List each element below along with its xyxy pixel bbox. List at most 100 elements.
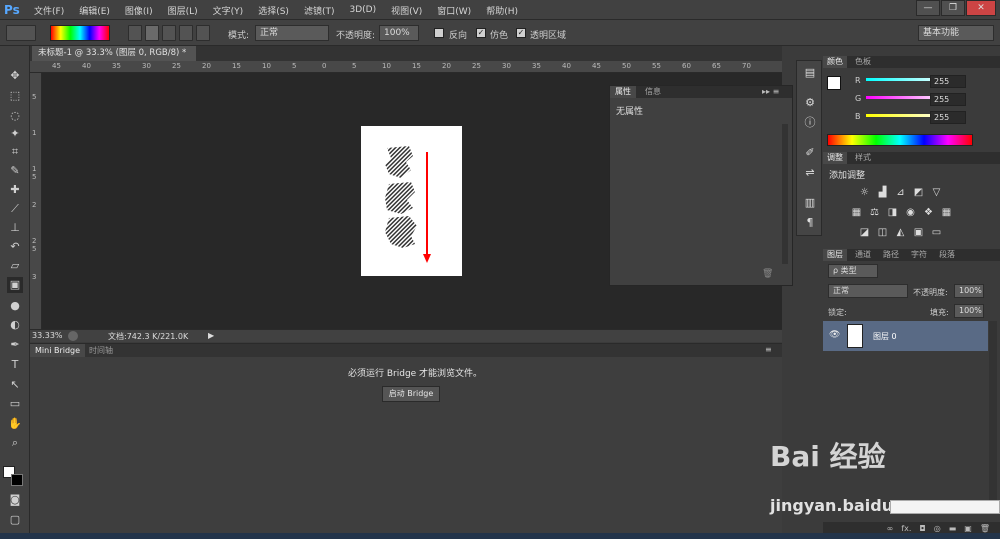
brush-tool-icon[interactable]: ⟋ (7, 201, 23, 217)
radial-gradient-button[interactable] (145, 25, 159, 41)
move-tool-icon[interactable]: ✥ (7, 68, 23, 84)
quick-mask-icon[interactable]: ◙ (7, 492, 23, 508)
color-spectrum[interactable] (827, 134, 973, 146)
threshold-icon[interactable]: ◭ (895, 227, 906, 238)
invert-icon[interactable]: ◪ (859, 227, 870, 238)
linear-gradient-button[interactable] (128, 25, 142, 41)
fg-color-box[interactable] (827, 76, 841, 90)
status-menu-arrow[interactable]: ▶ (208, 331, 214, 340)
notes-icon[interactable]: ▥ (802, 195, 818, 211)
layers-scrollbar[interactable] (989, 321, 997, 511)
hue-saturation-icon[interactable]: ▦ (851, 207, 862, 218)
menu-select[interactable]: 选择(S) (258, 4, 289, 17)
menu-help[interactable]: 帮助(H) (486, 4, 518, 17)
layer-kind-filter[interactable]: ρ 类型 (828, 264, 878, 278)
document-canvas[interactable] (361, 126, 462, 276)
gradient-tool-icon[interactable]: ▣ (7, 277, 23, 293)
tab-timeline[interactable]: 时间轴 (84, 344, 118, 357)
lasso-tool-icon[interactable]: ◌ (7, 108, 23, 124)
workspace-select[interactable]: 基本功能 (918, 25, 994, 41)
brightness-icon[interactable]: ☼ (859, 187, 870, 198)
photo-filter-icon[interactable]: ◉ (905, 207, 916, 218)
trash-icon[interactable]: 🗑 (762, 269, 773, 279)
tab-properties[interactable]: 属性 (610, 86, 636, 98)
hand-tool-icon[interactable]: ✋ (7, 416, 23, 432)
restore-button[interactable]: ❐ (941, 0, 965, 16)
tab-layers[interactable]: 图层 (823, 249, 847, 261)
dither-checkbox[interactable]: ✓ (476, 28, 486, 38)
eraser-tool-icon[interactable]: ▱ (7, 258, 23, 274)
levels-icon[interactable]: ▟ (877, 187, 888, 198)
menu-image[interactable]: 图像(I) (125, 4, 153, 17)
curves-icon[interactable]: ⊿ (895, 187, 906, 198)
healing-tool-icon[interactable]: ✚ (7, 182, 23, 198)
menu-file[interactable]: 文件(F) (34, 4, 64, 17)
menu-layer[interactable]: 图层(L) (168, 4, 198, 17)
dodge-tool-icon[interactable]: ◐ (7, 317, 23, 333)
layer-row[interactable]: 👁 图层 0 (823, 321, 988, 351)
properties-scrollbar[interactable] (782, 124, 788, 264)
angle-gradient-button[interactable] (162, 25, 176, 41)
menu-3d[interactable]: 3D(D) (349, 5, 376, 15)
tab-color[interactable]: 颜色 (823, 56, 847, 68)
opacity-field[interactable]: 100% (379, 25, 419, 41)
transparency-checkbox[interactable]: ✓ (516, 28, 526, 38)
pen-tool-icon[interactable]: ✒ (7, 337, 23, 353)
tool-presets-icon[interactable]: ⇌ (802, 165, 818, 181)
brush-presets-icon[interactable]: ✐ (802, 145, 818, 161)
background-color-swatch[interactable] (11, 474, 23, 486)
menu-view[interactable]: 视图(V) (391, 4, 422, 17)
menu-edit[interactable]: 编辑(E) (79, 4, 110, 17)
tab-styles[interactable]: 样式 (851, 152, 875, 164)
color-balance-icon[interactable]: ⚖ (869, 207, 880, 218)
close-button[interactable]: ✕ (966, 0, 996, 16)
zoom-tool-icon[interactable]: ⌕ (7, 435, 23, 451)
tool-preset-picker[interactable] (6, 25, 36, 41)
history-icon[interactable]: ▤ (802, 65, 818, 81)
crop-tool-icon[interactable]: ⌗ (7, 144, 23, 160)
bridge-menu-icon[interactable]: ≡ (765, 345, 772, 354)
layer-opacity-field[interactable]: 100% (954, 284, 984, 298)
eyedropper-tool-icon[interactable]: ✎ (7, 163, 23, 179)
ime-toolbar[interactable] (890, 500, 1000, 514)
document-tab[interactable]: 未标题-1 @ 33.3% (图层 0, RGB/8) * × (32, 46, 196, 73)
blend-mode-select[interactable]: 正常 (828, 284, 908, 298)
info-icon[interactable]: ⓘ (802, 115, 818, 131)
screen-mode-icon[interactable]: ▢ (7, 512, 23, 528)
posterize-icon[interactable]: ◫ (877, 227, 888, 238)
channel-mixer-icon[interactable]: ❖ (923, 207, 934, 218)
selective-color-icon[interactable]: ▣ (913, 227, 924, 238)
launch-bridge-button[interactable]: 启动 Bridge (382, 386, 440, 402)
vibrance-icon[interactable]: ▽ (931, 187, 942, 198)
path-select-tool-icon[interactable]: ↖ (7, 377, 23, 393)
tab-swatches[interactable]: 色板 (851, 56, 875, 68)
menu-window[interactable]: 窗口(W) (437, 4, 471, 17)
tab-mini-bridge[interactable]: Mini Bridge (30, 344, 86, 357)
type-tool-icon[interactable]: T (7, 357, 23, 373)
mode-select[interactable]: 正常 (255, 25, 329, 41)
tab-adjustments[interactable]: 调整 (823, 152, 847, 164)
tab-paths[interactable]: 路径 (879, 249, 903, 261)
fill-field[interactable]: 100% (954, 304, 984, 318)
marquee-tool-icon[interactable]: ⬚ (7, 88, 23, 104)
tab-paragraph[interactable]: 段落 (935, 249, 959, 261)
blur-tool-icon[interactable]: ● (7, 298, 23, 314)
exposure-icon[interactable]: ◩ (913, 187, 924, 198)
tab-character[interactable]: 字符 (907, 249, 931, 261)
minimize-button[interactable]: — (916, 0, 940, 16)
visibility-eye-icon[interactable]: 👁 (829, 330, 840, 340)
panel-collapse-icon[interactable]: ▸▸ ≡ (762, 86, 779, 98)
quick-select-tool-icon[interactable]: ✦ (7, 126, 23, 142)
shape-tool-icon[interactable]: ▭ (7, 396, 23, 412)
actions-icon[interactable]: ⚙ (802, 95, 818, 111)
paragraph-styles-icon[interactable]: ¶ (802, 215, 818, 231)
g-value[interactable]: 255 (930, 93, 966, 106)
stamp-tool-icon[interactable]: ⊥ (7, 220, 23, 236)
reverse-checkbox[interactable] (434, 28, 444, 38)
color-lookup-icon[interactable]: ▦ (941, 207, 952, 218)
reflected-gradient-button[interactable] (179, 25, 193, 41)
tab-info[interactable]: 信息 (640, 86, 666, 98)
zoom-level[interactable]: 33.33% (32, 331, 63, 340)
diamond-gradient-button[interactable] (196, 25, 210, 41)
menu-filter[interactable]: 滤镜(T) (304, 4, 335, 17)
